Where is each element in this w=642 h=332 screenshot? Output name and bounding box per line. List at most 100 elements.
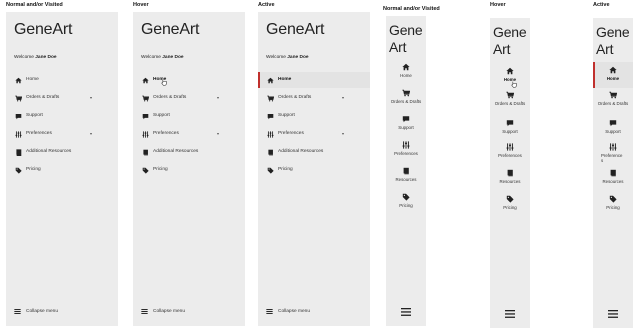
sidebar-item-pricing[interactable]: Pricing: [258, 163, 370, 177]
sidebar-item-label: Orders & Drafts: [597, 101, 629, 106]
sidebar-item-label: Orders & Drafts: [26, 95, 60, 100]
sidebar-item-home[interactable]: Home: [386, 62, 426, 84]
chat-icon: [609, 119, 617, 127]
sidebar-item-home[interactable]: Home: [593, 62, 633, 88]
sidebar-item-label: Additional Resources: [26, 149, 72, 154]
chat-icon: [141, 112, 149, 120]
active-indicator: [593, 62, 595, 88]
sidebar-item-resources[interactable]: Additional Resources: [258, 145, 370, 159]
welcome-text: Welcome Jane Doe: [14, 55, 57, 60]
brand-logo: GeneArt: [596, 24, 630, 57]
cart-icon: [266, 94, 274, 102]
collapse-menu-label: Collapse menu: [26, 309, 58, 314]
sidebar-item-orders[interactable]: Orders & Drafts ▾: [6, 91, 118, 105]
state-label-normal-wide: Normal and/or Visited: [6, 2, 63, 8]
sidebar-item-support[interactable]: Support: [258, 109, 370, 123]
sidebar-item-resources[interactable]: Resources: [490, 168, 530, 190]
sidebar-item-label: Resources: [395, 177, 417, 182]
sidebar-item-home[interactable]: Home: [133, 73, 245, 87]
sliders-icon: [402, 141, 410, 149]
chevron-down-icon: ▾: [216, 131, 219, 136]
home-icon: [402, 63, 410, 71]
book-icon: [14, 148, 22, 156]
sidebar-item-home[interactable]: Home: [490, 66, 530, 88]
welcome-text: Welcome Jane Doe: [141, 55, 184, 60]
sidebar-item-label: Support: [153, 113, 170, 118]
state-label-active-narrow: Active: [593, 2, 610, 8]
cart-icon: [506, 91, 514, 99]
book-icon: [266, 148, 274, 156]
tag-icon: [506, 195, 514, 203]
sidebar-item-label: Home: [400, 73, 412, 78]
sidebar-item-orders[interactable]: Orders & Drafts ▾: [133, 91, 245, 105]
sidebar-item-label: Preferences: [601, 153, 623, 163]
sidebar-item-orders[interactable]: Orders & Drafts: [386, 88, 426, 110]
sidebar-item-label: Orders & Drafts: [390, 99, 422, 104]
sidebar-item-orders[interactable]: Orders & Drafts: [593, 90, 633, 112]
home-icon: [506, 67, 514, 75]
brand-logo: GeneArt: [493, 24, 527, 57]
sidebar-item-label: Support: [502, 129, 518, 134]
cart-icon: [141, 94, 149, 102]
sidebar-item-preferences[interactable]: Preferences: [386, 140, 426, 162]
sidebar-item-label: Preferences: [26, 131, 52, 136]
hand-cursor-icon: [511, 81, 517, 88]
sidebar-item-orders[interactable]: Orders & Drafts ▾: [258, 91, 370, 105]
sidebar-item-pricing[interactable]: Pricing: [490, 194, 530, 216]
sidebar-item-label: Pricing: [606, 205, 620, 210]
sidebar-item-preferences[interactable]: Preferences ▾: [258, 127, 370, 141]
hamburger-icon: [14, 308, 22, 316]
sidebar-item-support[interactable]: Support: [6, 109, 118, 123]
tag-icon: [609, 195, 617, 203]
state-label-active-wide: Active: [258, 2, 275, 8]
collapse-menu-label: Collapse menu: [153, 309, 185, 314]
active-indicator: [258, 72, 260, 88]
sidebar-item-resources[interactable]: Additional Resources: [133, 145, 245, 159]
sidebar-item-pricing[interactable]: Pricing: [133, 163, 245, 177]
sidebar-item-label: Pricing: [278, 167, 293, 172]
brand-logo: GeneArt: [141, 21, 200, 38]
hamburger-icon[interactable]: [505, 310, 515, 318]
sidebar-item-pricing[interactable]: Pricing: [6, 163, 118, 177]
sidebar-item-resources[interactable]: Resources: [386, 166, 426, 188]
sidebar-item-support[interactable]: Support: [386, 114, 426, 136]
hamburger-icon: [266, 308, 274, 316]
collapse-menu-button[interactable]: Collapse menu: [6, 306, 118, 318]
sidebar-item-preferences[interactable]: Preferences ▾: [133, 127, 245, 141]
hamburger-icon[interactable]: [608, 310, 618, 318]
sidebar-item-support[interactable]: Support: [133, 109, 245, 123]
sidebar-item-resources[interactable]: Additional Resources: [6, 145, 118, 159]
sidebar-collapsed-active: Gene Art Home Orders & Drafts Support Pre…: [593, 18, 633, 328]
cart-icon: [402, 89, 410, 97]
sidebar-item-label: Preferences: [153, 131, 179, 136]
sidebar-item-resources[interactable]: Resources: [593, 168, 633, 190]
sidebar-item-preferences[interactable]: Preferences: [593, 142, 633, 168]
sidebar-item-preferences[interactable]: Preferences ▾: [6, 127, 118, 141]
hamburger-icon[interactable]: [401, 308, 411, 316]
sidebar-item-label: Resources: [499, 179, 521, 184]
sidebar-item-pricing[interactable]: Pricing: [593, 194, 633, 216]
chat-icon: [14, 112, 22, 120]
sidebar-item-label: Preferences: [278, 131, 304, 136]
hamburger-icon: [141, 308, 149, 316]
sidebar-item-orders[interactable]: Orders & Drafts: [490, 90, 530, 112]
sidebar-item-label: Home: [503, 77, 517, 82]
collapse-menu-button[interactable]: Collapse menu: [133, 306, 245, 318]
collapse-menu-button[interactable]: Collapse menu: [258, 306, 370, 318]
sidebar-item-label: Support: [605, 129, 621, 134]
cart-icon: [14, 94, 22, 102]
book-icon: [506, 169, 514, 177]
sidebar-item-home[interactable]: Home: [258, 72, 370, 88]
sidebar-item-pricing[interactable]: Pricing: [386, 192, 426, 214]
sidebar-item-support[interactable]: Support: [593, 118, 633, 140]
sidebar-item-label: Home: [606, 76, 620, 81]
sidebar-item-home[interactable]: Home: [6, 73, 118, 87]
sidebar-item-preferences[interactable]: Preferences: [490, 142, 530, 164]
brand-logo: GeneArt: [389, 22, 423, 55]
sidebar-item-label: Preferences: [498, 153, 522, 158]
sidebar-item-label: Home: [278, 77, 292, 82]
sidebar-item-support[interactable]: Support: [490, 118, 530, 140]
chat-icon: [402, 115, 410, 123]
sidebar-item-label: Support: [278, 113, 295, 118]
sidebar-item-label: Preferences: [394, 151, 418, 156]
